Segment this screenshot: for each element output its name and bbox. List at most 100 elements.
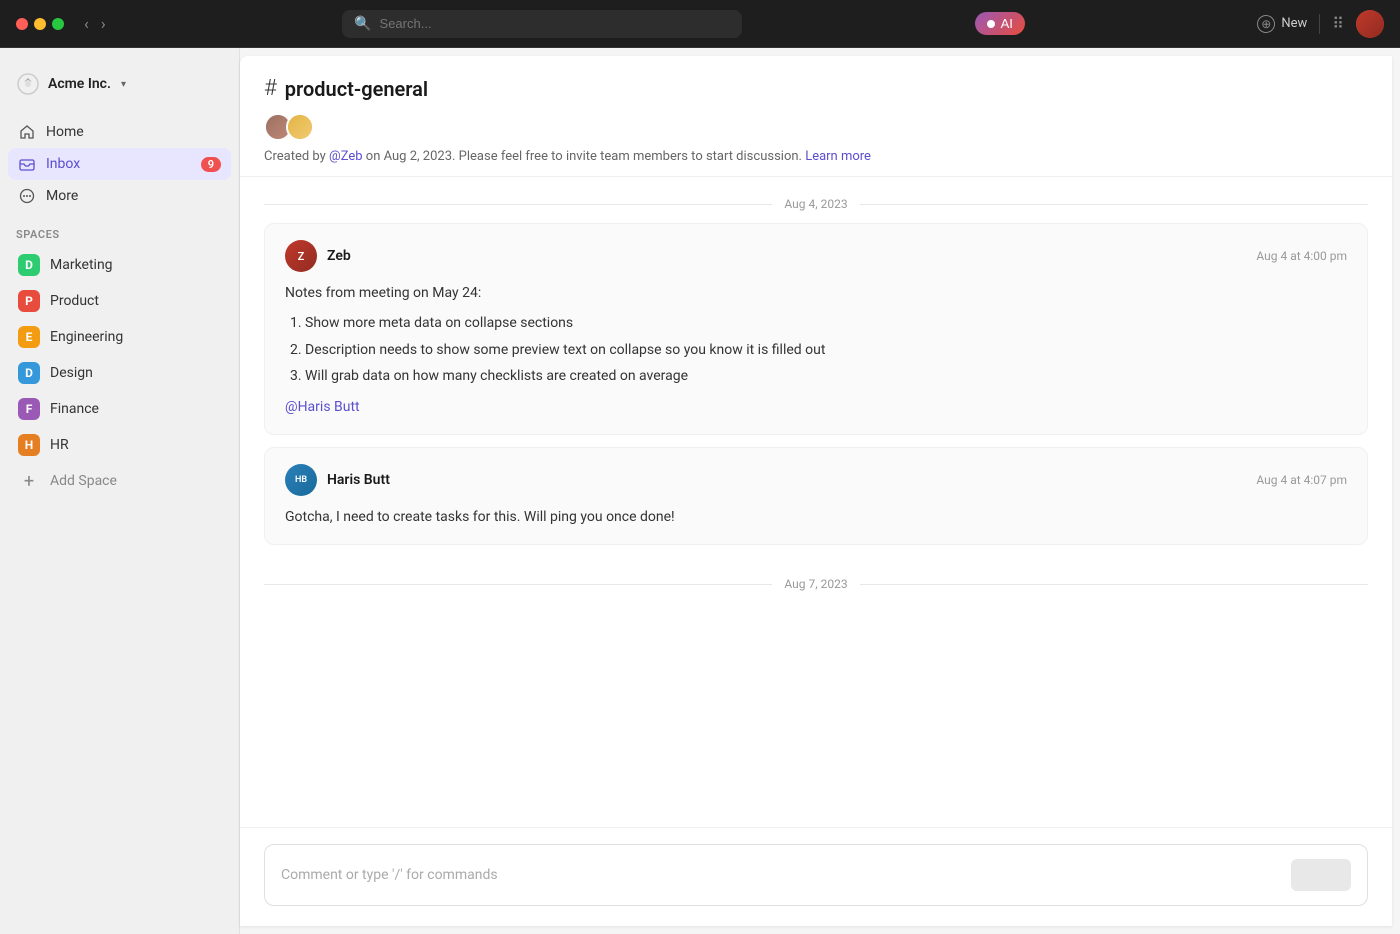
comment-area: Comment or type '/' for commands [240, 827, 1392, 926]
message-text-2: Gotcha, I need to create tasks for this.… [285, 506, 1347, 528]
message-time-2: Aug 4 at 4:07 pm [1256, 473, 1347, 487]
comment-submit-button[interactable] [1291, 859, 1351, 891]
hr-label: HR [50, 437, 69, 453]
add-space-button[interactable]: + Add Space [8, 463, 231, 499]
channel-header: # product-general Created by @Zeb on Aug… [240, 56, 1392, 177]
date-line-right-2 [860, 584, 1368, 585]
comment-placeholder[interactable]: Comment or type '/' for commands [281, 867, 498, 883]
topbar: ‹ › 🔍 AI ⊕ New ⠿ [0, 0, 1400, 48]
sidebar-item-finance[interactable]: F Finance [8, 391, 231, 427]
product-label: Product [50, 293, 99, 309]
grid-icon[interactable]: ⠿ [1332, 14, 1344, 33]
marketing-space-icon: D [18, 254, 40, 276]
ai-dot-icon [987, 20, 995, 28]
topbar-right: ⊕ New ⠿ [1257, 10, 1384, 38]
channel-avatars [264, 113, 1368, 141]
design-label: Design [50, 365, 93, 381]
channel-member-avatar-2[interactable] [286, 113, 314, 141]
product-space-icon: P [18, 290, 40, 312]
channel-title: product-general [285, 77, 428, 101]
date-label-aug7: Aug 7, 2023 [784, 577, 847, 591]
comment-box[interactable]: Comment or type '/' for commands [264, 844, 1368, 906]
message-mention-1[interactable]: @Haris Butt [285, 399, 360, 415]
user-avatar-img [1356, 10, 1384, 38]
description-middle: on Aug 2, 2023. Please feel free to invi… [363, 149, 806, 164]
search-input[interactable] [380, 16, 731, 31]
sidebar-item-more[interactable]: More [8, 180, 231, 212]
message-author-2: Haris Butt [327, 472, 390, 488]
sidebar-nav: Home Inbox 9 More [0, 112, 239, 216]
close-button[interactable] [16, 18, 28, 30]
haris-avatar-face: HB [285, 464, 317, 496]
workspace-name: Acme Inc. [48, 76, 111, 92]
message-body-1: Notes from meeting on May 24: Show more … [285, 282, 1347, 418]
list-item-3: Will grab data on how many checklists ar… [305, 365, 1347, 387]
sidebar-item-marketing[interactable]: D Marketing [8, 247, 231, 283]
engineering-space-icon: E [18, 326, 40, 348]
workspace-chevron-icon: ▾ [121, 79, 126, 90]
spaces-header: Spaces [0, 216, 239, 247]
message-header-2: HB Haris Butt Aug 4 at 4:07 pm [285, 464, 1347, 496]
add-space-icon: + [18, 470, 40, 492]
channel-title-row: # product-general [264, 76, 1368, 101]
sidebar-item-hr[interactable]: H HR [8, 427, 231, 463]
sidebar-item-home[interactable]: Home [8, 116, 231, 148]
forward-arrow[interactable]: › [97, 12, 110, 35]
message-time-1: Aug 4 at 4:00 pm [1256, 249, 1347, 263]
sidebar: Acme Inc. ▾ Home Inbox 9 More [0, 48, 240, 934]
sidebar-item-more-label: More [46, 188, 78, 204]
message-list-1: Show more meta data on collapse sections… [285, 312, 1347, 387]
sidebar-item-inbox-label: Inbox [46, 156, 80, 172]
hr-space-icon: H [18, 434, 40, 456]
list-item-1: Show more meta data on collapse sections [305, 312, 1347, 334]
nav-arrows: ‹ › [80, 12, 110, 35]
content-area: # product-general Created by @Zeb on Aug… [240, 56, 1392, 926]
sidebar-item-home-label: Home [46, 124, 84, 140]
main-layout: Acme Inc. ▾ Home Inbox 9 More [0, 48, 1400, 934]
sidebar-item-engineering[interactable]: E Engineering [8, 319, 231, 355]
user-avatar[interactable] [1356, 10, 1384, 38]
zeb-avatar-face: Z [285, 240, 317, 272]
haris-avatar[interactable]: HB [285, 464, 317, 496]
date-label-aug4: Aug 4, 2023 [784, 197, 847, 211]
design-space-icon: D [18, 362, 40, 384]
search-bar[interactable]: 🔍 [342, 10, 742, 38]
message-body-2: Gotcha, I need to create tasks for this.… [285, 506, 1347, 528]
workspace-logo-icon [16, 72, 40, 96]
learn-more-link[interactable]: Learn more [805, 149, 871, 164]
topbar-divider [1319, 14, 1320, 34]
sidebar-item-product[interactable]: P Product [8, 283, 231, 319]
message-intro-1: Notes from meeting on May 24: [285, 282, 1347, 304]
message-card-1: Z Zeb Aug 4 at 4:00 pm Notes from meetin… [264, 223, 1368, 435]
finance-space-icon: F [18, 398, 40, 420]
back-arrow[interactable]: ‹ [80, 12, 93, 35]
new-label: New [1281, 16, 1307, 31]
marketing-label: Marketing [50, 257, 113, 273]
minimize-button[interactable] [34, 18, 46, 30]
home-icon [18, 123, 36, 141]
message-author-1: Zeb [327, 248, 351, 264]
message-header-1: Z Zeb Aug 4 at 4:00 pm [285, 240, 1347, 272]
date-line-left-2 [264, 584, 772, 585]
workspace-header[interactable]: Acme Inc. ▾ [0, 64, 239, 112]
inbox-icon [18, 155, 36, 173]
hash-icon: # [264, 76, 277, 101]
message-author-row-1: Z Zeb [285, 240, 351, 272]
new-button[interactable]: ⊕ New [1257, 15, 1307, 33]
description-author[interactable]: @Zeb [329, 149, 363, 164]
channel-description: Created by @Zeb on Aug 2, 2023. Please f… [264, 149, 1368, 164]
zeb-avatar[interactable]: Z [285, 240, 317, 272]
spaces-list: D Marketing P Product E Engineering D De… [0, 247, 239, 463]
sidebar-item-inbox[interactable]: Inbox 9 [8, 148, 231, 180]
new-icon: ⊕ [1257, 15, 1275, 33]
list-item-2: Description needs to show some preview t… [305, 339, 1347, 361]
message-author-row-2: HB Haris Butt [285, 464, 390, 496]
maximize-button[interactable] [52, 18, 64, 30]
messages-area: Aug 4, 2023 Z Zeb Aug 4 at 4:00 pm Notes… [240, 177, 1392, 827]
more-icon [18, 187, 36, 205]
add-space-label: Add Space [50, 473, 117, 489]
finance-label: Finance [50, 401, 99, 417]
sidebar-item-design[interactable]: D Design [8, 355, 231, 391]
ai-button[interactable]: AI [975, 12, 1025, 35]
search-icon: 🔍 [354, 16, 371, 32]
